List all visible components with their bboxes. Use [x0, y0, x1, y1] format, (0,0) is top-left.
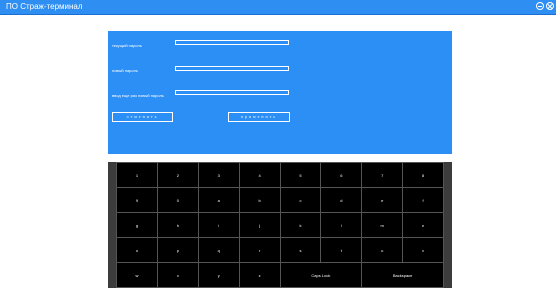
key-z[interactable]: z [239, 263, 281, 288]
key-j[interactable]: j [239, 213, 281, 238]
current-password-label: текущий пароль [112, 43, 142, 48]
new-password-field[interactable] [175, 66, 289, 71]
new-password-label: новый пароль [112, 68, 138, 73]
key-y[interactable]: y [198, 263, 240, 288]
password-change-panel: текущий пароль новый пароль ввод еще раз… [108, 31, 452, 154]
key-b[interactable]: b [239, 188, 281, 213]
key-p[interactable]: p [157, 238, 199, 263]
key-e[interactable]: e [362, 188, 404, 213]
backspace-key[interactable]: Backspace [362, 263, 444, 288]
key-2[interactable]: 2 [157, 163, 199, 188]
close-icon[interactable] [546, 2, 554, 10]
key-0[interactable]: 0 [157, 188, 199, 213]
on-screen-keyboard: 1 2 3 4 5 6 7 8 9 0 a b c d e f g h i j … [108, 162, 452, 288]
key-1[interactable]: 1 [117, 163, 158, 188]
key-3[interactable]: 3 [198, 163, 240, 188]
key-c[interactable]: c [280, 188, 322, 213]
key-g[interactable]: g [117, 213, 158, 238]
key-w[interactable]: w [117, 263, 158, 288]
cancel-button[interactable]: отменить [112, 112, 173, 122]
minimize-icon[interactable] [536, 2, 544, 10]
caps-lock-key[interactable]: Caps Lock [280, 263, 363, 288]
key-r[interactable]: r [239, 238, 281, 263]
key-v[interactable]: v [403, 238, 444, 263]
window-title: ПО Страж-терминал [6, 2, 83, 11]
key-h[interactable]: h [157, 213, 199, 238]
key-7[interactable]: 7 [362, 163, 404, 188]
title-bar: ПО Страж-терминал [0, 0, 556, 15]
key-5[interactable]: 5 [280, 163, 322, 188]
keyboard-grid: 1 2 3 4 5 6 7 8 9 0 a b c d e f g h i j … [116, 162, 444, 288]
key-d[interactable]: d [321, 188, 363, 213]
key-m[interactable]: m [362, 213, 404, 238]
repeat-password-label: ввод еще раз новый пароль [112, 93, 164, 98]
current-password-field[interactable] [175, 40, 289, 45]
key-8[interactable]: 8 [403, 163, 444, 188]
key-k[interactable]: k [280, 213, 322, 238]
key-s[interactable]: s [280, 238, 322, 263]
key-a[interactable]: a [198, 188, 240, 213]
key-l[interactable]: l [321, 213, 363, 238]
key-t[interactable]: t [321, 238, 363, 263]
key-o[interactable]: o [117, 238, 158, 263]
repeat-password-field[interactable] [175, 90, 289, 95]
key-i[interactable]: i [198, 213, 240, 238]
key-u[interactable]: u [362, 238, 404, 263]
key-x[interactable]: x [157, 263, 199, 288]
key-6[interactable]: 6 [321, 163, 363, 188]
key-4[interactable]: 4 [239, 163, 281, 188]
key-f[interactable]: f [403, 188, 444, 213]
apply-button[interactable]: применить [228, 112, 290, 122]
key-n[interactable]: n [403, 213, 444, 238]
key-9[interactable]: 9 [117, 188, 158, 213]
key-q[interactable]: q [198, 238, 240, 263]
